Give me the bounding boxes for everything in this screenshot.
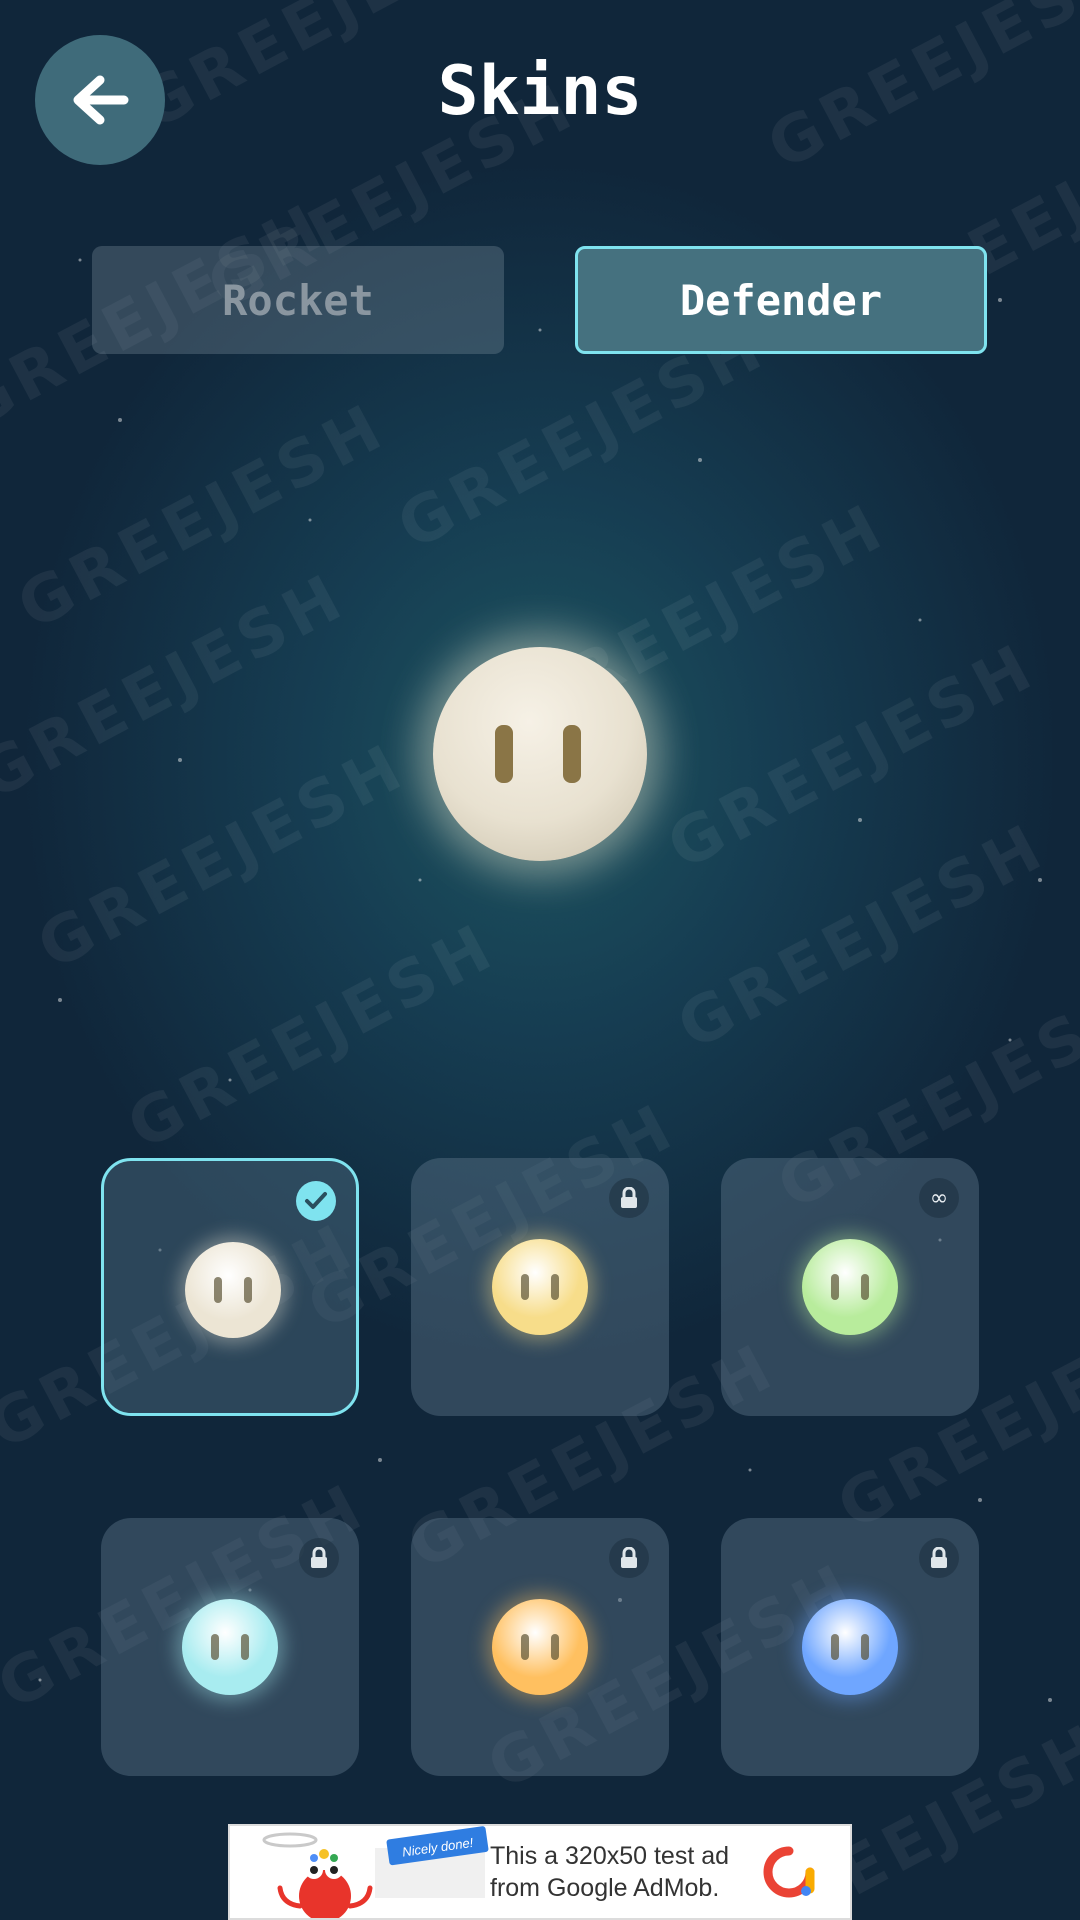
lock-icon — [299, 1538, 339, 1578]
skin-ball — [802, 1239, 898, 1335]
page-title: Skins — [437, 52, 643, 131]
ad-banner[interactable]: Nicely done! This a 320x50 test ad from … — [228, 1824, 852, 1920]
skin-eye — [521, 1274, 529, 1300]
watermark-text: GREEJESH — [0, 559, 359, 815]
skin-card-6[interactable] — [721, 1518, 979, 1776]
ad-graphic: Nicely done! — [230, 1826, 490, 1920]
lock-icon — [609, 1178, 649, 1218]
skin-card-2[interactable] — [411, 1158, 669, 1416]
skin-ball — [182, 1599, 278, 1695]
skin-card-4[interactable] — [101, 1518, 359, 1776]
skin-ball — [492, 1599, 588, 1695]
skin-ball — [802, 1599, 898, 1695]
preview-eye-right — [563, 725, 581, 783]
skin-eye — [551, 1274, 559, 1300]
skin-ball — [185, 1242, 281, 1338]
ad-line-1: This a 320x50 test ad — [490, 1842, 730, 1870]
skin-eye — [831, 1274, 839, 1300]
tab-rocket[interactable]: Rocket — [92, 246, 504, 354]
ad-text: This a 320x50 test ad from Google AdMob. — [490, 1840, 740, 1904]
ad-line-2: from Google AdMob. — [490, 1874, 720, 1902]
skin-eye — [241, 1634, 249, 1660]
skin-eye — [211, 1634, 219, 1660]
skin-card-3[interactable]: ∞ — [721, 1158, 979, 1416]
watermark-text: GREEJESH — [666, 809, 1059, 1065]
lock-icon — [609, 1538, 649, 1578]
skin-eye — [831, 1634, 839, 1660]
skin-card-5[interactable] — [411, 1518, 669, 1776]
infinity-icon: ∞ — [919, 1178, 959, 1218]
skin-preview — [433, 647, 647, 861]
lock-icon — [919, 1538, 959, 1578]
skin-eye — [521, 1634, 529, 1660]
admob-logo-icon — [763, 1846, 815, 1898]
watermark-text: GREEJESH — [26, 729, 419, 985]
watermark-text: GREEJESH — [116, 909, 509, 1165]
skin-eye — [551, 1634, 559, 1660]
skin-ball — [492, 1239, 588, 1335]
watermark-text: GREEJESH — [656, 629, 1049, 885]
check-icon — [296, 1181, 336, 1221]
skin-eye — [861, 1274, 869, 1300]
tab-defender[interactable]: Defender — [575, 246, 987, 354]
skin-card-1[interactable] — [101, 1158, 359, 1416]
skin-eye — [861, 1634, 869, 1660]
watermark-text: GREEJESH — [6, 389, 399, 645]
preview-eye-left — [495, 725, 513, 783]
skin-eye — [214, 1277, 222, 1303]
skin-eye — [244, 1277, 252, 1303]
